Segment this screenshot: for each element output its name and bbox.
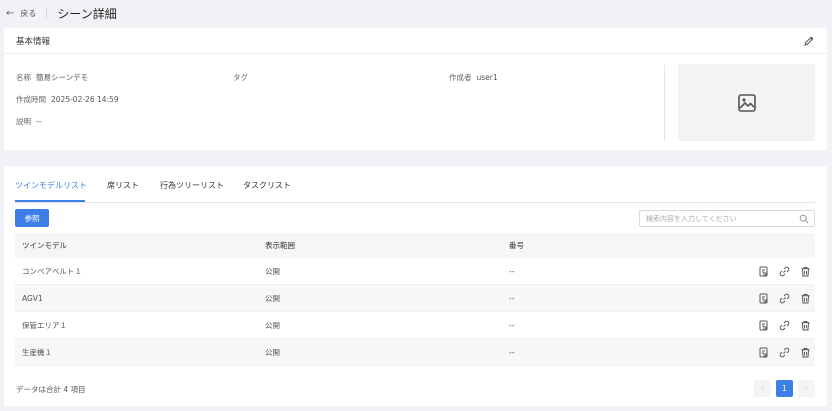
delete-icon[interactable]: [800, 293, 811, 304]
pagination-next-button[interactable]: ›: [798, 380, 815, 397]
basic-info-card: 基本情報 名称 簡易シーンデモ タグ 作成者 user1 作成時間 2025-02-2…: [4, 28, 827, 150]
name-value: 簡易シーンデモ: [36, 73, 89, 82]
creator-value: user1: [476, 73, 498, 82]
cell-scope: 公開: [265, 320, 280, 330]
detail-icon[interactable]: [758, 320, 769, 331]
table-row: コンベアベルト１ 公開 --: [15, 258, 815, 285]
edit-icon[interactable]: [803, 35, 815, 47]
reference-button[interactable]: 参照: [15, 209, 49, 227]
search-icon[interactable]: [799, 214, 809, 224]
cell-scope: 公開: [265, 266, 280, 276]
tab-twin-model-list[interactable]: ツインモデルリスト: [15, 180, 87, 197]
creator-label: 作成者: [449, 73, 472, 82]
header-divider: [46, 7, 48, 19]
description-value: --: [36, 117, 42, 126]
image-placeholder-icon: [737, 93, 756, 112]
delete-icon[interactable]: [800, 347, 811, 358]
delete-icon[interactable]: [800, 266, 811, 277]
twin-model-table: ツインモデル 表示範囲 番号 コンベアベルト１ 公開 -- AGV1 公開 --: [15, 233, 815, 366]
list-card: ツインモデルリスト 席リスト 行為ツリーリスト タスクリスト 参照 ツインモデル…: [4, 166, 827, 406]
detail-icon[interactable]: [758, 347, 769, 358]
search-box: [639, 210, 815, 227]
tab-behavior-tree-list[interactable]: 行為ツリーリスト: [160, 180, 224, 197]
tab-seat-list[interactable]: 席リスト: [107, 180, 139, 197]
table-row: 生産機１ 公開 --: [15, 339, 815, 366]
tab-bar: ツインモデルリスト 席リスト 行為ツリーリスト タスクリスト: [4, 180, 827, 202]
tag-label: タグ: [233, 73, 248, 82]
search-input[interactable]: [646, 214, 796, 223]
row-actions: [758, 320, 811, 331]
column-header-number: 番号: [509, 241, 524, 250]
detail-icon[interactable]: [758, 293, 769, 304]
table-row: 保管エリア１ 公開 --: [15, 312, 815, 339]
cell-scope: 公開: [265, 293, 280, 303]
cell-model: コンベアベルト１: [22, 266, 82, 276]
basic-info-title: 基本情報: [16, 36, 51, 47]
created-value: 2025-02-26 14:59: [51, 95, 119, 104]
total-count: データは合計 4 項目: [16, 385, 86, 394]
cell-number: --: [509, 320, 515, 330]
column-header-model: ツインモデル: [22, 241, 67, 250]
name-label: 名称: [16, 73, 31, 82]
link-icon[interactable]: [779, 266, 790, 277]
description-label: 説明: [16, 117, 31, 126]
detail-icon[interactable]: [758, 266, 769, 277]
scene-image: [678, 64, 815, 141]
delete-icon[interactable]: [800, 320, 811, 331]
cell-scope: 公開: [265, 347, 280, 357]
creator-field: 作成者 user1: [449, 72, 498, 83]
cell-model: 生産機１: [22, 347, 52, 357]
table-row: AGV1 公開 --: [15, 285, 815, 312]
column-header-scope: 表示範囲: [265, 241, 295, 250]
link-icon[interactable]: [779, 320, 790, 331]
name-field: 名称 簡易シーンデモ: [16, 72, 88, 83]
row-actions: [758, 347, 811, 358]
created-field: 作成時間 2025-02-26 14:59: [16, 94, 119, 105]
cell-number: --: [509, 266, 515, 276]
table-header: ツインモデル 表示範囲 番号: [15, 233, 815, 258]
cell-model: 保管エリア１: [22, 320, 67, 330]
created-label: 作成時間: [16, 95, 46, 104]
link-icon[interactable]: [779, 347, 790, 358]
tab-task-list[interactable]: タスクリスト: [243, 180, 291, 197]
pagination-page-1[interactable]: 1: [776, 380, 793, 397]
cell-number: --: [509, 347, 515, 357]
row-actions: [758, 266, 811, 277]
info-divider: [664, 65, 665, 141]
back-label: 戻る: [20, 8, 37, 18]
page-title: シーン詳細: [57, 6, 117, 21]
top-bar: ← 戻る シーン詳細: [0, 0, 832, 26]
cell-number: --: [509, 293, 515, 303]
pagination-prev-button[interactable]: ‹: [754, 380, 771, 397]
tabs-underline: [14, 202, 815, 203]
back-button[interactable]: ← 戻る: [6, 8, 36, 19]
tag-field: タグ: [233, 72, 253, 83]
basic-info-header: 基本情報: [4, 28, 827, 54]
row-actions: [758, 293, 811, 304]
link-icon[interactable]: [779, 293, 790, 304]
cell-model: AGV1: [22, 293, 43, 303]
description-field: 説明 --: [16, 116, 41, 127]
back-arrow-icon: ←: [6, 7, 15, 19]
active-tab-indicator: [15, 200, 85, 202]
